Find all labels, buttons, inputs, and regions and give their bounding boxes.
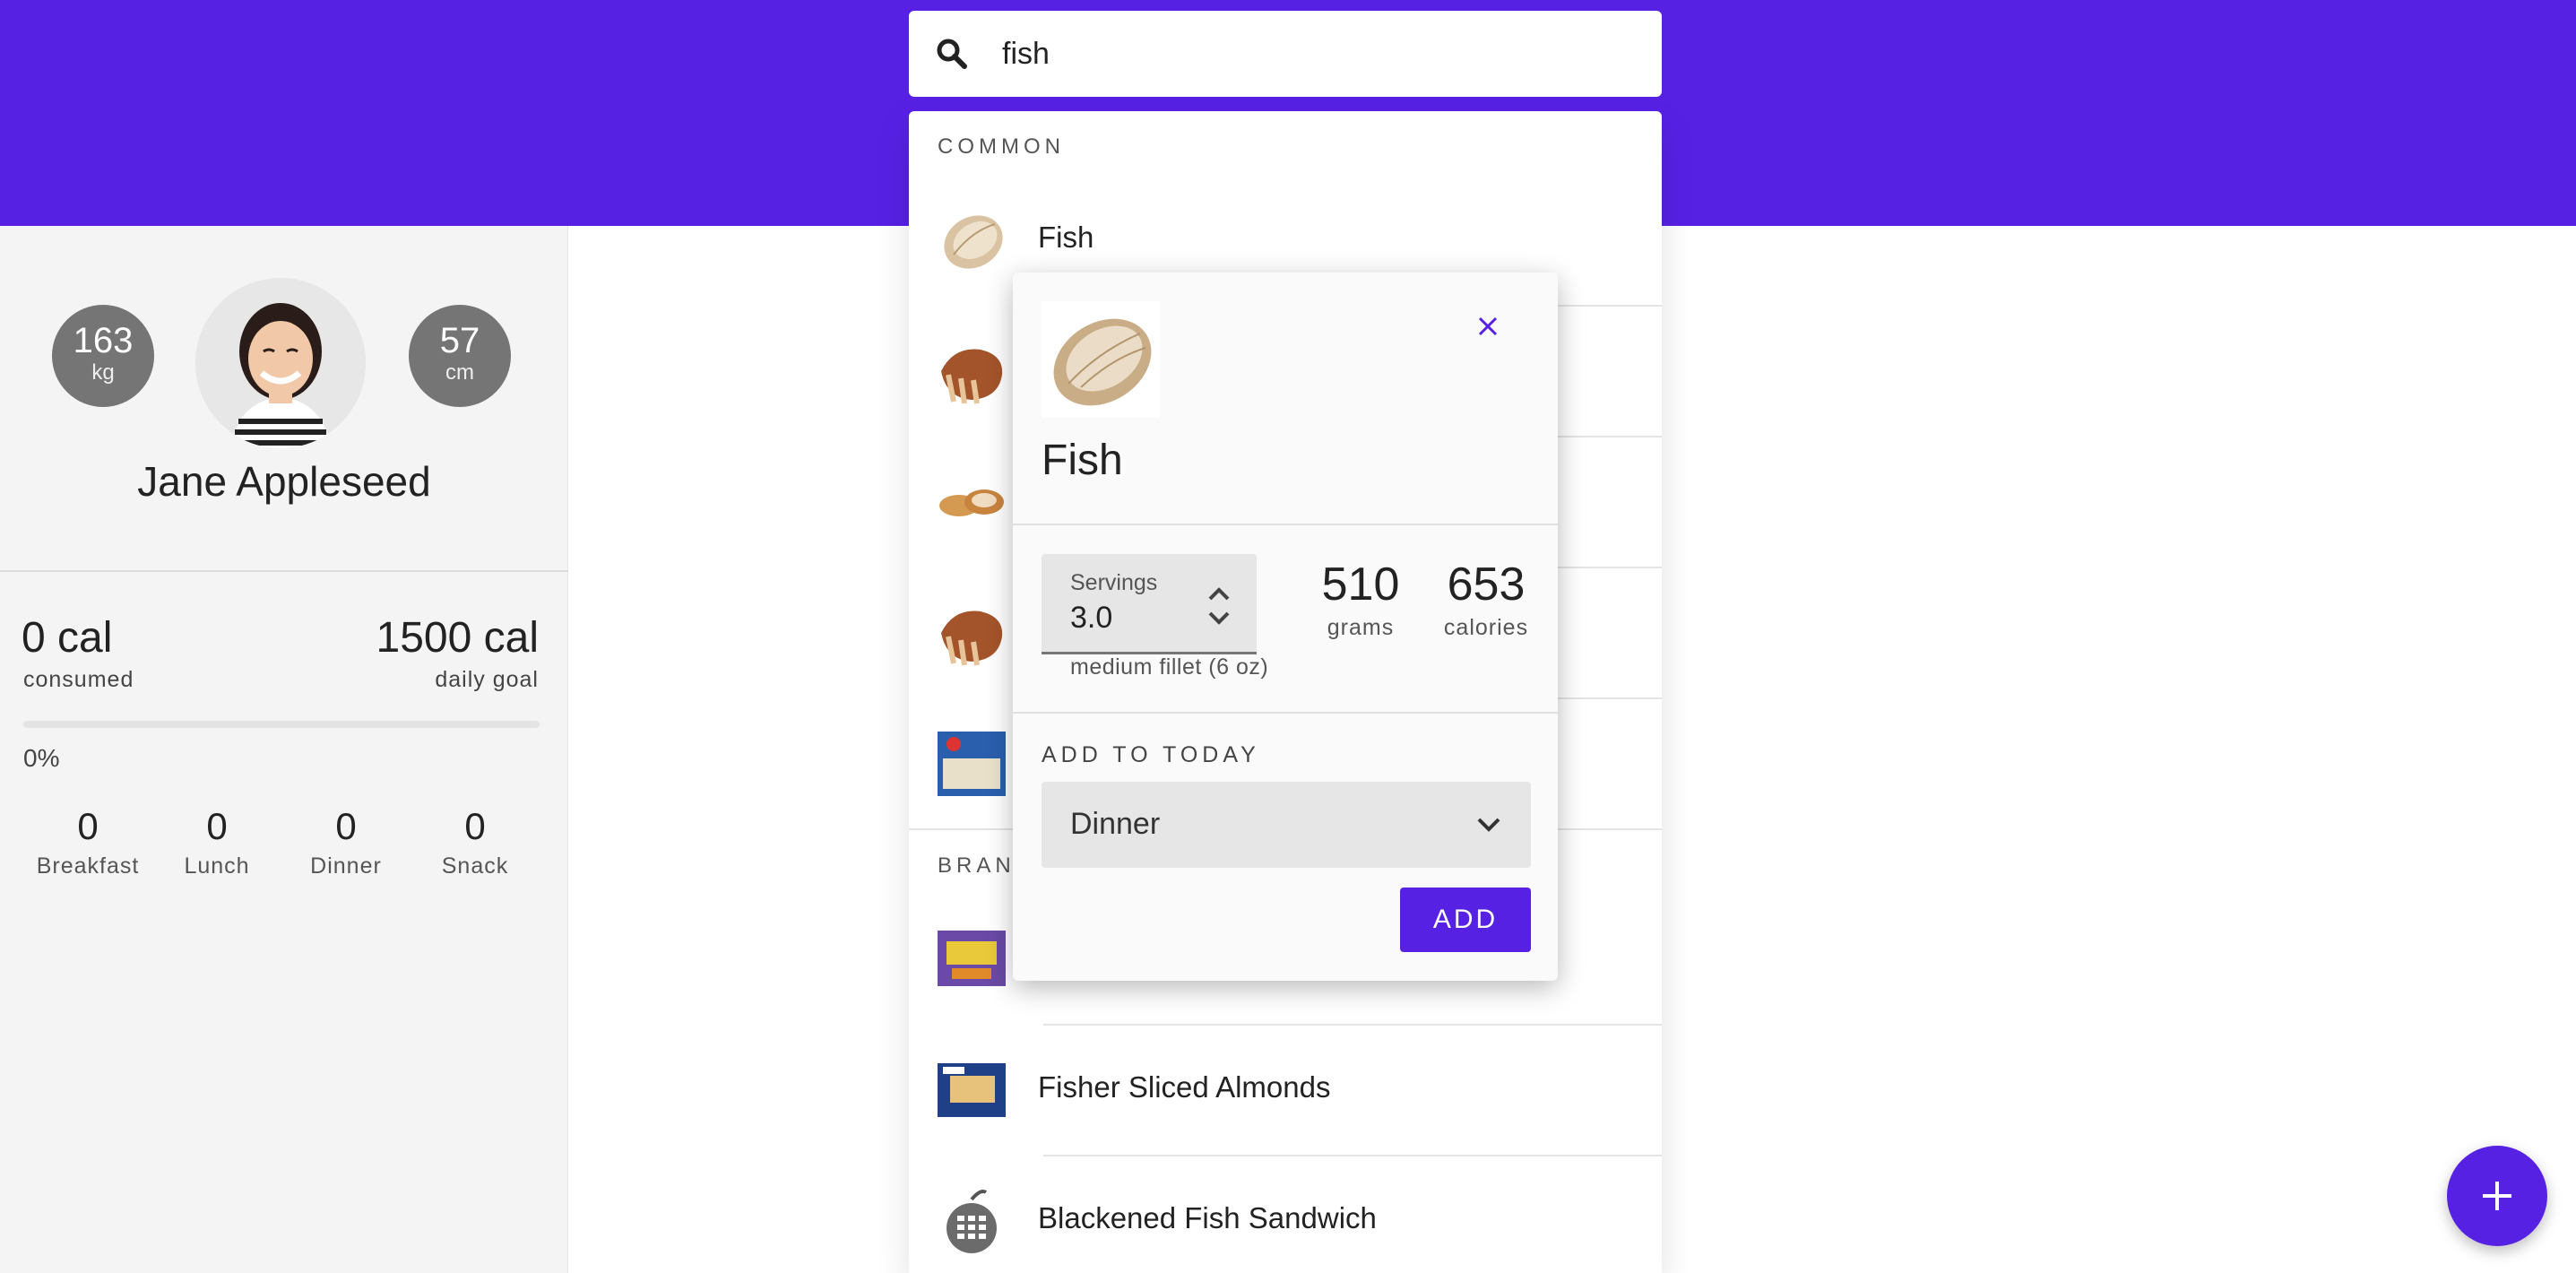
height-badge: 57 cm [409, 305, 511, 407]
servings-input[interactable] [1070, 601, 1178, 636]
calories-goal-label: daily goal [435, 667, 539, 692]
food-title: Fish [1042, 437, 1123, 484]
avatar [195, 278, 366, 448]
calories-label: calories [1443, 615, 1529, 640]
apple-calculator-icon [947, 1190, 997, 1253]
search-bar [909, 11, 1662, 97]
servings-label: Servings [1070, 570, 1158, 595]
almond-package-icon [938, 1063, 1006, 1117]
grams-label: grams [1327, 615, 1395, 640]
result-item-blackened-fish-sandwich[interactable]: Blackened Fish Sandwich [909, 1155, 1662, 1273]
meal-snack-label: Snack [441, 853, 509, 879]
calories-consumed-label: consumed [23, 667, 134, 692]
profile-sidebar: 163 kg 57 cm Jane Appleseed 0 cal consum… [0, 226, 568, 1273]
servings-stepper-icon[interactable] [1203, 579, 1235, 633]
add-to-today-header: ADD TO TODAY [1042, 742, 1260, 767]
meal-snack-value: 0 [464, 805, 486, 847]
grams-value: 510 [1321, 559, 1400, 611]
meal-select[interactable]: Dinner [1042, 782, 1531, 868]
meal-breakfast: 0 Breakfast [25, 805, 151, 879]
plus-icon [2483, 1182, 2511, 1210]
sidebar-divider [0, 570, 568, 572]
branded-section-header: BRAN [938, 853, 1016, 878]
meal-snack: 0 Snack [412, 805, 538, 879]
fish-package-icon [938, 732, 1006, 796]
fried-fish-icon [941, 349, 1003, 404]
weight-badge: 163 kg [52, 305, 154, 407]
meal-dinner: 0 Dinner [283, 805, 409, 879]
snack-package-icon [938, 931, 1006, 986]
meal-lunch-label: Lunch [184, 853, 250, 879]
avatar-image [195, 278, 366, 448]
weight-value: 163 [73, 321, 134, 360]
height-unit: cm [445, 360, 474, 385]
calories-consumed-value: 0 cal [22, 614, 113, 662]
weight-unit: kg [91, 360, 115, 385]
calories-goal-value: 1500 cal [376, 614, 539, 662]
calories-value: 653 [1447, 559, 1526, 611]
chevron-down-icon [1477, 818, 1500, 832]
add-fab-button[interactable] [2447, 1146, 2547, 1246]
search-input[interactable] [1002, 30, 1629, 77]
meal-lunch-value: 0 [206, 805, 228, 847]
meal-breakfast-label: Breakfast [36, 853, 140, 879]
add-button[interactable]: ADD [1400, 888, 1531, 952]
meal-select-value: Dinner [1070, 807, 1161, 841]
meal-dinner-value: 0 [335, 805, 357, 847]
result-item-name: Blackened Fish Sandwich [1038, 1201, 1377, 1234]
fried-fish-icon [941, 611, 1003, 666]
serving-size-hint: medium fillet (6 oz) [1070, 654, 1269, 680]
close-icon[interactable] [1468, 307, 1508, 346]
grams-stat: 510 grams [1301, 558, 1420, 641]
meal-breakfast-value: 0 [77, 805, 99, 847]
fish-fillet-icon [944, 215, 1003, 269]
popup-divider [1013, 524, 1558, 525]
food-detail-popup: Fish Servings medium fillet (6 oz) 510 g… [1013, 273, 1558, 981]
servings-field[interactable]: Servings [1042, 554, 1257, 654]
user-name: Jane Appleseed [137, 458, 431, 505]
popup-divider [1013, 712, 1558, 714]
meal-dinner-label: Dinner [310, 853, 382, 879]
search-icon [937, 39, 967, 69]
height-value: 57 [439, 321, 480, 360]
result-item-name: Fisher Sliced Almonds [1038, 1070, 1331, 1104]
calorie-percent: 0% [23, 744, 60, 772]
fish-pieces-icon [939, 489, 1004, 516]
result-item-name: Fish [1038, 221, 1094, 254]
fish-fillet-image [1042, 301, 1160, 418]
calorie-progress-bar [23, 721, 540, 728]
meal-lunch: 0 Lunch [154, 805, 280, 879]
result-item-fisher-sliced-almonds[interactable]: Fisher Sliced Almonds [909, 1024, 1662, 1155]
calories-stat: 653 calories [1429, 558, 1543, 641]
